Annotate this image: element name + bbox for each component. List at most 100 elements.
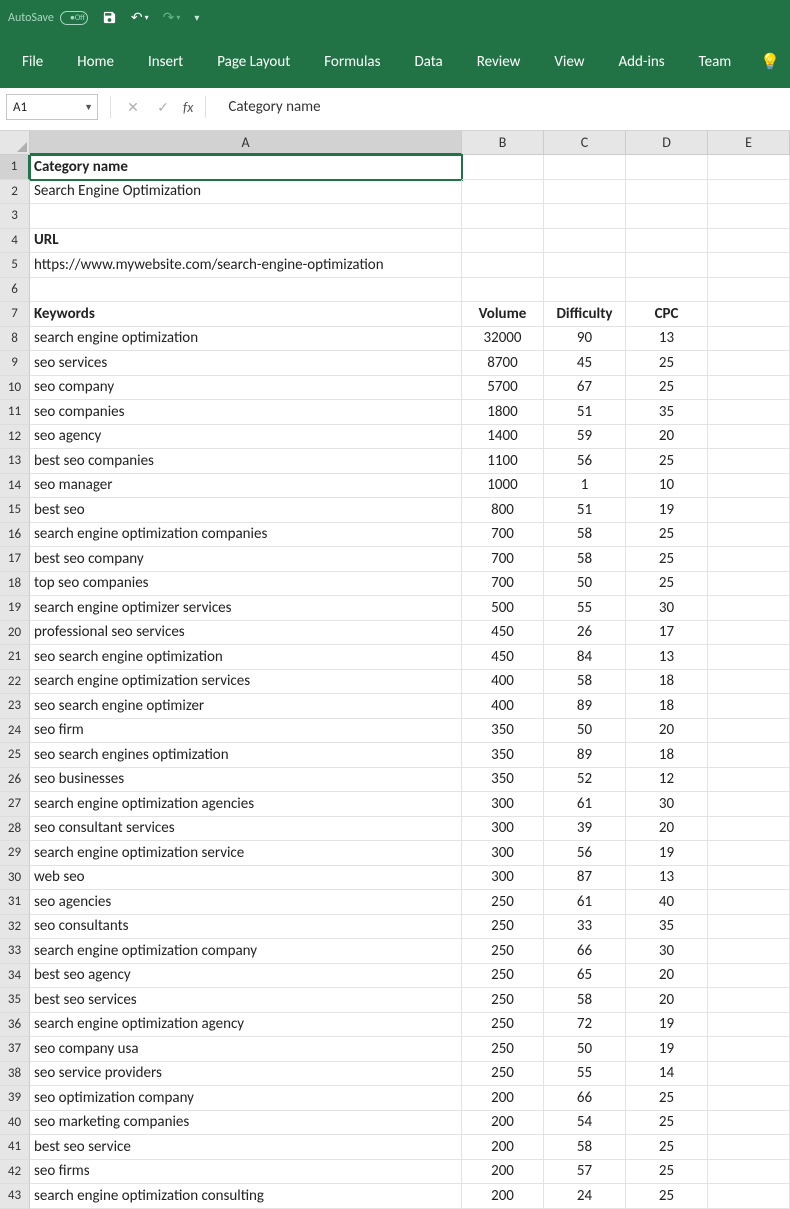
cell[interactable]: seo search engines optimization — [30, 743, 462, 768]
cell[interactable]: 17 — [626, 621, 708, 646]
autosave-switch[interactable]: ● Off — [60, 11, 88, 25]
cell[interactable]: seo search engine optimizer — [30, 694, 462, 719]
cell[interactable]: 58 — [544, 1135, 626, 1160]
cell[interactable]: 350 — [462, 719, 544, 744]
cell[interactable]: seo agency — [30, 425, 462, 450]
cell[interactable]: 300 — [462, 817, 544, 842]
row-header[interactable]: 32 — [0, 915, 30, 940]
cell[interactable]: 800 — [462, 498, 544, 523]
cell[interactable]: 10 — [626, 474, 708, 499]
tab-view[interactable]: View — [542, 45, 596, 79]
cell[interactable]: 250 — [462, 964, 544, 989]
cell[interactable]: 20 — [626, 817, 708, 842]
cell[interactable] — [708, 866, 790, 891]
row-header[interactable]: 39 — [0, 1086, 30, 1111]
cell[interactable]: 250 — [462, 890, 544, 915]
cell[interactable]: Difficulty — [544, 302, 626, 327]
save-icon[interactable] — [102, 10, 117, 25]
row-header[interactable]: 19 — [0, 596, 30, 621]
cell[interactable]: 89 — [544, 743, 626, 768]
cell[interactable]: 50 — [544, 719, 626, 744]
cell[interactable]: 32000 — [462, 327, 544, 352]
cell[interactable]: 14 — [626, 1062, 708, 1087]
cell[interactable] — [708, 1037, 790, 1062]
cell[interactable] — [708, 988, 790, 1013]
cell[interactable]: 250 — [462, 1062, 544, 1087]
row-header[interactable]: 41 — [0, 1135, 30, 1160]
cell[interactable] — [708, 1160, 790, 1185]
cell[interactable]: Volume — [462, 302, 544, 327]
cell[interactable]: 8700 — [462, 351, 544, 376]
tab-add-ins[interactable]: Add-ins — [606, 45, 676, 79]
cell[interactable] — [626, 278, 708, 303]
cell[interactable]: 52 — [544, 768, 626, 793]
row-header[interactable]: 16 — [0, 523, 30, 548]
cell[interactable]: 250 — [462, 988, 544, 1013]
cell[interactable] — [708, 474, 790, 499]
tab-insert[interactable]: Insert — [136, 45, 195, 79]
tab-home[interactable]: Home — [65, 45, 126, 79]
row-header[interactable]: 35 — [0, 988, 30, 1013]
col-header-c[interactable]: C — [544, 131, 626, 155]
cell[interactable] — [544, 155, 626, 180]
chevron-down-icon[interactable]: ▼ — [84, 102, 93, 113]
cell[interactable]: 58 — [544, 670, 626, 695]
cell[interactable]: 20 — [626, 425, 708, 450]
cell[interactable]: 45 — [544, 351, 626, 376]
row-header[interactable]: 38 — [0, 1062, 30, 1087]
cell[interactable]: 67 — [544, 376, 626, 401]
cell[interactable]: web seo — [30, 866, 462, 891]
col-header-b[interactable]: B — [462, 131, 544, 155]
row-header[interactable]: 14 — [0, 474, 30, 499]
cell[interactable]: 400 — [462, 670, 544, 695]
cell[interactable] — [708, 425, 790, 450]
row-header[interactable]: 10 — [0, 376, 30, 401]
cell[interactable] — [708, 1184, 790, 1209]
cell[interactable] — [708, 645, 790, 670]
cell[interactable] — [626, 155, 708, 180]
cell[interactable]: seo consultants — [30, 915, 462, 940]
cell[interactable]: seo businesses — [30, 768, 462, 793]
cell[interactable]: 1000 — [462, 474, 544, 499]
cell[interactable]: 58 — [544, 988, 626, 1013]
cell[interactable]: 25 — [626, 572, 708, 597]
cell[interactable]: 300 — [462, 866, 544, 891]
tell-me-icon[interactable]: 💡 — [760, 52, 780, 72]
cell[interactable] — [708, 670, 790, 695]
cell[interactable]: search engine optimization company — [30, 939, 462, 964]
cell[interactable]: best seo — [30, 498, 462, 523]
cell[interactable]: 35 — [626, 915, 708, 940]
redo-icon[interactable]: ↷▾ — [163, 9, 181, 26]
cell[interactable] — [708, 817, 790, 842]
cell[interactable] — [708, 253, 790, 278]
cell[interactable] — [708, 572, 790, 597]
cell[interactable]: 12 — [626, 768, 708, 793]
row-header[interactable]: 27 — [0, 792, 30, 817]
cell[interactable]: Keywords — [30, 302, 462, 327]
cell[interactable] — [708, 498, 790, 523]
cell[interactable] — [708, 964, 790, 989]
cell[interactable]: 25 — [626, 547, 708, 572]
cell[interactable]: 200 — [462, 1135, 544, 1160]
cell[interactable]: seo firms — [30, 1160, 462, 1185]
cell[interactable] — [708, 1062, 790, 1087]
cell[interactable]: CPC — [626, 302, 708, 327]
cell[interactable]: 450 — [462, 645, 544, 670]
cell[interactable]: 89 — [544, 694, 626, 719]
cell[interactable]: 13 — [626, 866, 708, 891]
cell[interactable] — [708, 180, 790, 205]
cell[interactable] — [462, 278, 544, 303]
cell[interactable] — [30, 204, 462, 229]
cell[interactable] — [708, 890, 790, 915]
cell[interactable] — [708, 719, 790, 744]
cell[interactable] — [708, 229, 790, 254]
cell[interactable]: 25 — [626, 1160, 708, 1185]
cell[interactable] — [708, 743, 790, 768]
cell[interactable]: 700 — [462, 572, 544, 597]
cell[interactable]: 13 — [626, 327, 708, 352]
cell[interactable]: search engine optimization — [30, 327, 462, 352]
cell[interactable] — [708, 915, 790, 940]
row-header[interactable]: 15 — [0, 498, 30, 523]
cell[interactable]: 84 — [544, 645, 626, 670]
cell[interactable]: search engine optimization consulting — [30, 1184, 462, 1209]
